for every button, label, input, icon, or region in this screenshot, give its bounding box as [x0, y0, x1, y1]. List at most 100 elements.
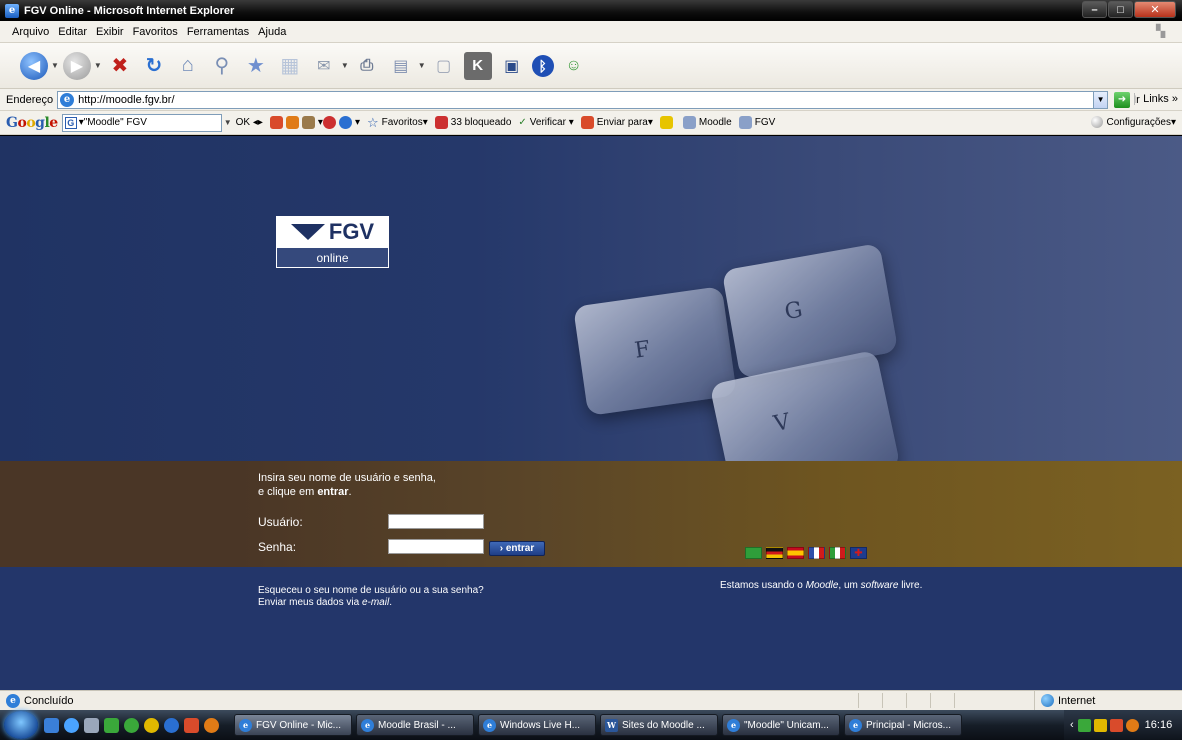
menu-editar[interactable]: Editar: [58, 26, 87, 38]
task-principal[interactable]: e Principal - Micros...: [844, 714, 962, 736]
switch-windows-icon[interactable]: [84, 717, 99, 733]
back-icon[interactable]: ◀: [20, 51, 48, 80]
tray-expand-icon[interactable]: ‹: [1070, 719, 1074, 731]
google-search-dropdown-icon[interactable]: ▼: [224, 118, 232, 127]
moodle-link[interactable]: Moodle: [806, 580, 839, 591]
moodle-search-button[interactable]: Moodle: [682, 116, 732, 129]
task-label: Moodle Brasil - ...: [378, 719, 456, 731]
links-button[interactable]: Links »: [1134, 93, 1178, 105]
task-fgv-online[interactable]: e FGV Online - Mic...: [234, 714, 352, 736]
task-sites-moodle[interactable]: W Sites do Moodle ...: [600, 714, 718, 736]
verificar-button[interactable]: ✓ Verificar ▾: [518, 117, 573, 128]
messenger-launch-icon[interactable]: [124, 717, 139, 733]
messenger-icon[interactable]: K: [463, 51, 492, 80]
menu-ajuda[interactable]: Ajuda: [258, 26, 286, 38]
google-settings-button[interactable]: Configurações ▾: [1091, 116, 1176, 128]
task-windows-live[interactable]: e Windows Live H...: [478, 714, 596, 736]
update-icon[interactable]: [1125, 718, 1139, 732]
print-icon[interactable]: ⎙: [353, 52, 381, 80]
back-dropdown-icon[interactable]: ▼: [51, 61, 59, 70]
home-icon[interactable]: ⌂: [174, 52, 202, 80]
contacts-icon[interactable]: ☺: [560, 52, 588, 80]
news-icon[interactable]: [322, 116, 336, 129]
research-icon[interactable]: ▣: [498, 52, 526, 80]
messenger-small-icon[interactable]: [338, 116, 352, 129]
favorites-icon[interactable]: ★: [242, 52, 270, 80]
menu-ferramentas[interactable]: Ferramentas: [187, 26, 249, 38]
flag-germany-icon[interactable]: [766, 547, 783, 559]
mail-dropdown-icon[interactable]: ▼: [341, 61, 349, 70]
flag-brazil-icon[interactable]: [745, 547, 762, 559]
excel-icon[interactable]: [104, 717, 119, 733]
google-logo[interactable]: Google: [6, 115, 58, 131]
task-label: "Moodle" Unicam...: [744, 719, 829, 731]
google-search-input[interactable]: G ▾ "Moodle" FGV: [61, 113, 222, 132]
enviar-button[interactable]: Enviar para ▾: [580, 116, 653, 129]
highlight-button[interactable]: [659, 116, 676, 129]
forward-dropdown-icon[interactable]: ▼: [94, 61, 102, 70]
task-moodle-unicamp[interactable]: e "Moodle" Unicam...: [722, 714, 840, 736]
maximize-button[interactable]: □: [1108, 1, 1133, 18]
google-search-value[interactable]: "Moodle" FGV: [84, 117, 147, 128]
stop-icon[interactable]: ✖: [106, 52, 134, 80]
moodle-notice: Estamos usando o Moodle, um software liv…: [720, 580, 922, 591]
task-moodle-brasil[interactable]: e Moodle Brasil - ...: [356, 714, 474, 736]
firefox-icon[interactable]: [204, 717, 219, 733]
flag-italy-icon[interactable]: [829, 547, 846, 559]
send-email-link[interactable]: e-mail: [362, 597, 389, 608]
ie-launch-icon[interactable]: [64, 717, 79, 733]
flag-spain-icon[interactable]: [787, 547, 804, 559]
app-icon[interactable]: [184, 717, 199, 733]
antivirus-icon[interactable]: [1109, 718, 1123, 732]
ie-icon: e: [849, 718, 862, 732]
menu-arquivo[interactable]: Arquivo: [12, 26, 49, 38]
address-url[interactable]: http://moodle.fgv.br/: [78, 94, 174, 106]
mail-icon[interactable]: ✉: [310, 52, 338, 80]
popup-blocked-button[interactable]: 33 bloqueado: [434, 116, 511, 129]
menu-favoritos[interactable]: Favoritos: [133, 26, 178, 38]
flag-uk-icon[interactable]: ✚: [850, 547, 867, 559]
start-button[interactable]: [4, 711, 38, 739]
google-g-icon[interactable]: G: [64, 116, 77, 129]
pagerank-icon[interactable]: [269, 116, 283, 129]
bookmarks-icon[interactable]: [301, 116, 315, 129]
username-input[interactable]: [388, 514, 484, 529]
google-favoritos-button[interactable]: ☆ Favoritos ▾: [367, 115, 428, 131]
software-link[interactable]: software: [861, 580, 899, 591]
password-input[interactable]: [388, 539, 484, 554]
instruction-entrar: entrar: [317, 486, 349, 498]
edit-dropdown-icon[interactable]: ▼: [418, 61, 426, 70]
network-icon[interactable]: [1077, 718, 1091, 732]
google-tools-icons[interactable]: ▾ ▾: [269, 116, 360, 129]
media-player-icon[interactable]: [164, 717, 179, 733]
address-input[interactable]: e http://moodle.fgv.br/ ▼: [57, 90, 1109, 109]
moodle-term-label: Moodle: [698, 117, 732, 128]
fgv-search-button[interactable]: FGV: [738, 116, 775, 129]
search-icon[interactable]: ⚲: [208, 52, 236, 80]
forward-icon[interactable]: ▶: [62, 51, 91, 80]
google-ok-button[interactable]: OK ◂▸: [236, 117, 263, 128]
bluetooth-icon[interactable]: ᛒ: [531, 54, 554, 77]
discuss-icon[interactable]: ▢: [430, 52, 458, 80]
google-favoritos-label: Favoritos: [381, 117, 423, 128]
menu-exibir[interactable]: Exibir: [96, 26, 124, 38]
forgot-password-link[interactable]: Esqueceu o seu nome de usuário ou a sua …: [258, 585, 484, 597]
fgv-online-logo[interactable]: FGV online: [276, 216, 389, 268]
spellcheck-icon[interactable]: [285, 116, 299, 129]
window-titlebar[interactable]: e FGV Online - Microsoft Internet Explor…: [0, 0, 1182, 21]
security-zone[interactable]: Internet: [1034, 691, 1182, 710]
clock[interactable]: 16:16: [1145, 719, 1173, 731]
show-desktop-icon[interactable]: [44, 717, 59, 733]
login-instructions: Insira seu nome de usuário e senha, e cl…: [258, 471, 436, 499]
address-dropdown-icon[interactable]: ▼: [1093, 91, 1108, 108]
password-label: Senha:: [258, 540, 297, 554]
refresh-icon[interactable]: ↻: [140, 52, 168, 80]
flag-france-icon[interactable]: [808, 547, 825, 559]
volume-icon[interactable]: [1093, 718, 1107, 732]
outlook-icon[interactable]: [144, 717, 159, 733]
minimize-button[interactable]: –: [1082, 1, 1107, 18]
login-button[interactable]: › entrar: [489, 541, 545, 556]
close-button[interactable]: ✕: [1134, 1, 1176, 18]
edit-icon[interactable]: ▤: [387, 52, 415, 80]
history-icon[interactable]: ▦: [276, 52, 304, 80]
